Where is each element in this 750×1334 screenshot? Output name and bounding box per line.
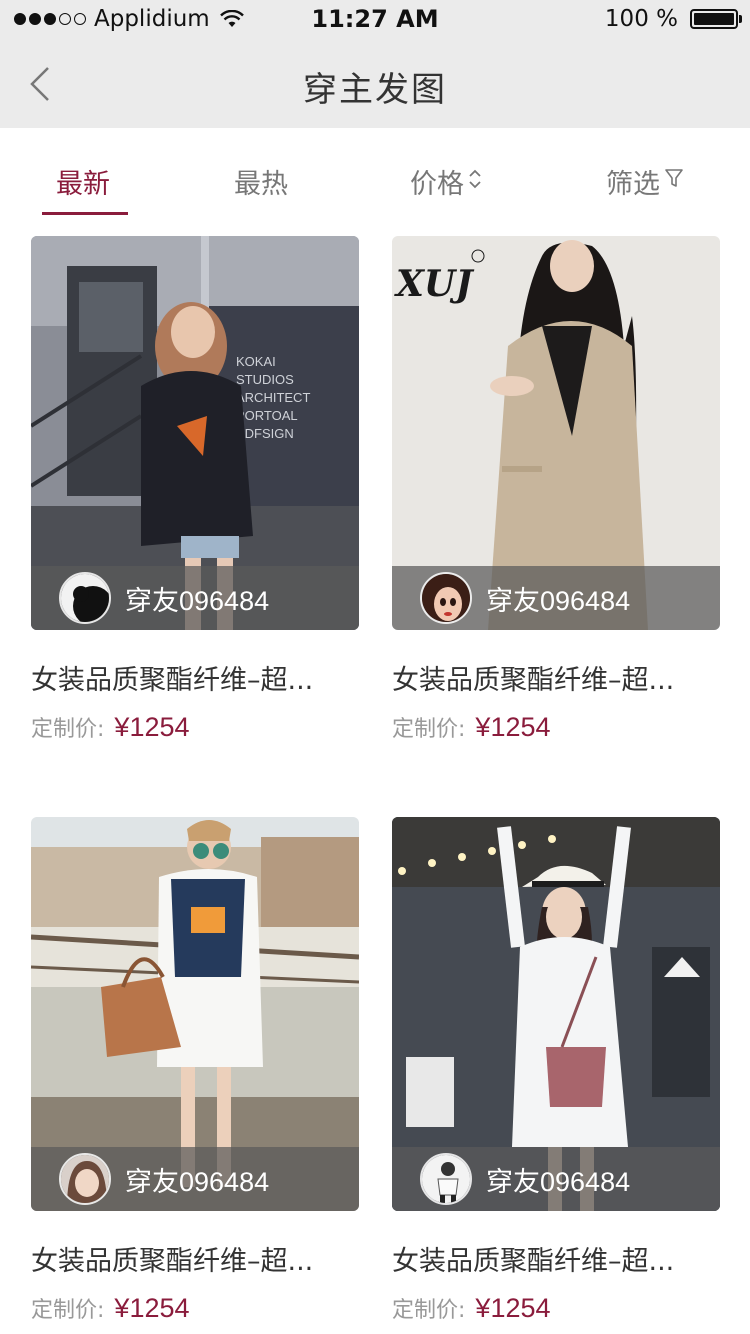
product-title[interactable]: 女装品质聚酯纤维–超... bbox=[392, 658, 720, 697]
tab-filter[interactable]: 筛选 bbox=[606, 162, 684, 212]
uploader-bar: 穿友096484 bbox=[31, 566, 359, 630]
tab-label: 价格 bbox=[410, 169, 464, 200]
price-row: 定制价: ¥1254 bbox=[392, 1292, 720, 1324]
price-value: ¥1254 bbox=[114, 1293, 190, 1323]
uploader-name: 穿友096484 bbox=[125, 1166, 270, 1197]
price-value: ¥1254 bbox=[114, 712, 190, 742]
page-title: 穿主发图 bbox=[303, 70, 447, 110]
tab-label: 最新 bbox=[56, 169, 110, 200]
tab-hottest[interactable]: 最热 bbox=[234, 162, 288, 212]
status-right: 100 % bbox=[604, 6, 742, 32]
price-row: 定制价: ¥1254 bbox=[392, 711, 720, 743]
avatar[interactable] bbox=[59, 1153, 111, 1205]
uploader-name: 穿友096484 bbox=[125, 585, 270, 616]
price-label: 定制价: bbox=[392, 1298, 466, 1323]
tab-label: 最热 bbox=[234, 169, 288, 200]
price-value: ¥1254 bbox=[475, 712, 551, 742]
svg-text:KOKAI: KOKAI bbox=[236, 354, 276, 369]
price-value: ¥1254 bbox=[475, 1293, 551, 1323]
price-label: 定制价: bbox=[392, 717, 466, 742]
uploader-name: 穿友096484 bbox=[486, 1166, 631, 1197]
product-photo[interactable]: XUJ 穿友096484 bbox=[392, 236, 720, 630]
product-card[interactable]: XUJ 穿友096484 女装品质聚酯纤维–超... 定制价: ¥1254 bbox=[392, 236, 720, 743]
uploader-bar: 穿友096484 bbox=[392, 566, 720, 630]
product-photo[interactable]: 穿友096484 bbox=[31, 817, 359, 1211]
sort-arrows-icon bbox=[469, 169, 481, 189]
product-photo[interactable]: KOKAI STUDIOS ARCHITECT PORTOAL ADFSIGN … bbox=[31, 236, 359, 630]
active-tab-indicator bbox=[42, 212, 128, 215]
product-photo[interactable]: 穿友096484 bbox=[392, 817, 720, 1211]
nav-bar: 穿主发图 bbox=[0, 40, 750, 128]
product-card[interactable]: KOKAI STUDIOS ARCHITECT PORTOAL ADFSIGN … bbox=[31, 236, 359, 743]
avatar[interactable] bbox=[420, 572, 472, 624]
sort-tabs: 最新 最热 价格 筛选 bbox=[0, 128, 750, 218]
battery-percent: 100 % bbox=[604, 6, 678, 32]
svg-text:ARCHITECT: ARCHITECT bbox=[236, 390, 310, 405]
status-bar: Applidium 11:27 AM 100 % bbox=[0, 0, 750, 40]
product-title[interactable]: 女装品质聚酯纤维–超... bbox=[31, 1239, 359, 1278]
uploader-name: 穿友096484 bbox=[486, 585, 631, 616]
avatar[interactable] bbox=[420, 1153, 472, 1205]
product-card[interactable]: 穿友096484 女装品质聚酯纤维–超... 定制价: ¥1254 bbox=[392, 817, 720, 1324]
svg-text:STUDIOS: STUDIOS bbox=[236, 372, 294, 387]
battery-icon bbox=[690, 9, 742, 29]
tab-newest[interactable]: 最新 bbox=[56, 162, 110, 212]
uploader-bar: 穿友096484 bbox=[392, 1147, 720, 1211]
svg-text:PORTOAL: PORTOAL bbox=[236, 408, 298, 423]
brand-logo: XUJ bbox=[394, 263, 474, 305]
product-title[interactable]: 女装品质聚酯纤维–超... bbox=[31, 658, 359, 697]
price-label: 定制价: bbox=[31, 1298, 105, 1323]
tab-price[interactable]: 价格 bbox=[410, 162, 482, 212]
price-row: 定制价: ¥1254 bbox=[31, 711, 359, 743]
price-label: 定制价: bbox=[31, 717, 105, 742]
avatar[interactable] bbox=[59, 572, 111, 624]
price-row: 定制价: ¥1254 bbox=[31, 1292, 359, 1324]
filter-icon bbox=[665, 169, 683, 187]
product-card[interactable]: 穿友096484 女装品质聚酯纤维–超... 定制价: ¥1254 bbox=[31, 817, 359, 1324]
tab-label: 筛选 bbox=[606, 169, 660, 200]
product-title[interactable]: 女装品质聚酯纤维–超... bbox=[392, 1239, 720, 1278]
uploader-bar: 穿友096484 bbox=[31, 1147, 359, 1211]
